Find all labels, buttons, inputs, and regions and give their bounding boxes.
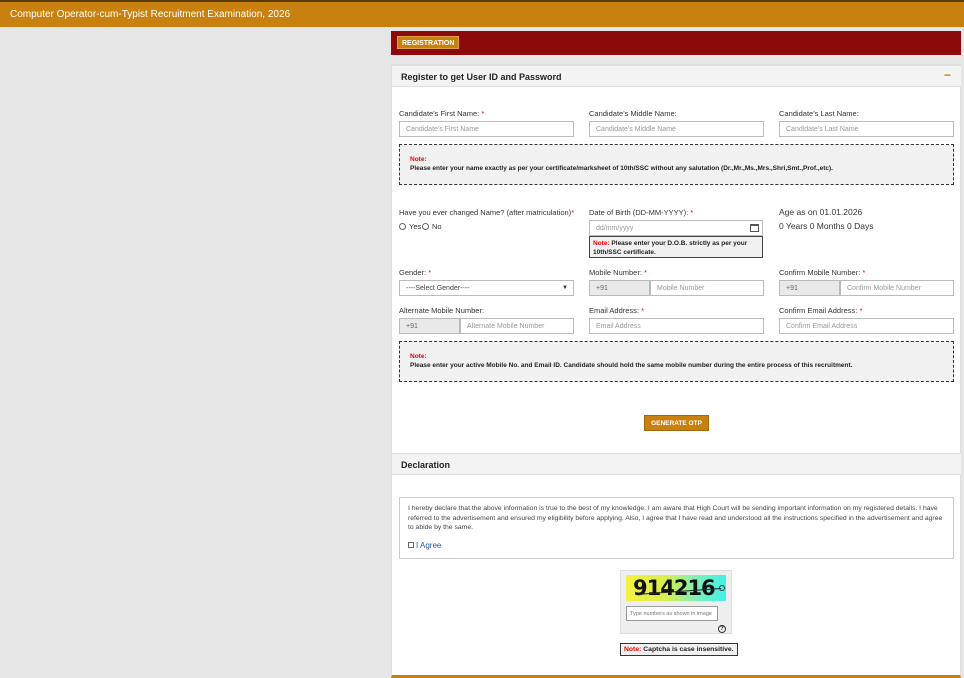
email-label: Email Address: *	[589, 306, 645, 315]
gender-selected: ----Select Gender----	[406, 285, 470, 292]
declaration-box: I hereby declare that the above informat…	[399, 497, 954, 559]
captcha-note-text: Captcha is case insensitive.	[643, 646, 734, 653]
last-name-input[interactable]: Candidate's Last Name	[779, 121, 954, 137]
contact-note-text: Please enter your active Mobile No. and …	[410, 362, 853, 369]
confirm-email-label: Confirm Email Address: *	[779, 306, 863, 315]
confirm-mobile-input[interactable]: Confirm Mobile Number	[840, 280, 954, 296]
agree-checkbox[interactable]	[408, 542, 414, 548]
captcha-note: Note: Captcha is case insensitive.	[620, 643, 738, 656]
captcha-input[interactable]: Type numbers as shown in image	[626, 606, 718, 621]
mobile-input[interactable]: Mobile Number	[650, 280, 764, 296]
middle-name-label: Candidate's Middle Name:	[589, 109, 677, 118]
declaration-text: I hereby declare that the above informat…	[408, 505, 943, 531]
age-value: 0 Years 0 Months 0 Days	[779, 221, 874, 231]
gender-select[interactable]: ----Select Gender---- ▼	[399, 280, 574, 296]
note-label: Note:	[410, 156, 427, 163]
yes-label: Yes	[409, 222, 422, 231]
dob-label: Date of Birth (DD-MM-YYYY): *	[589, 208, 694, 217]
chevron-down-icon: ▼	[562, 285, 568, 291]
help-icon[interactable]: ?	[718, 625, 726, 633]
dob-input[interactable]: dd/mm/yyyy	[589, 220, 763, 236]
alt-mobile-input[interactable]: Alternate Mobile Number	[460, 318, 574, 334]
middle-name-input[interactable]: Candidate's Middle Name	[589, 121, 764, 137]
name-note-text: Please enter your name exactly as per yo…	[410, 165, 833, 172]
contact-note-label: Note:	[410, 353, 427, 360]
generate-otp-button[interactable]: GENERATE OTP	[644, 415, 709, 431]
confirm-mobile-prefix: +91	[779, 280, 840, 296]
last-name-label: Candidate's Last Name:	[779, 109, 859, 118]
agree-checkbox-row[interactable]: I Agree	[408, 541, 441, 551]
contact-note-box: Note: Please enter your active Mobile No…	[399, 341, 954, 382]
email-input[interactable]: Email Address	[589, 318, 764, 334]
age-label: Age as on 01.01.2026	[779, 207, 863, 217]
mobile-label: Mobile Number: *	[589, 268, 647, 277]
registration-tab[interactable]: REGISTRATION	[397, 36, 460, 49]
confirm-email-input[interactable]: Confirm Email Address	[779, 318, 954, 334]
calendar-icon[interactable]	[750, 224, 759, 232]
captcha-image: 914216	[626, 575, 726, 601]
register-section-header[interactable]: Register to get User ID and Password −	[392, 65, 961, 87]
declaration-title: Declaration	[401, 460, 451, 470]
agree-label: I Agree	[416, 541, 442, 550]
first-name-label: Candidate's First Name: *	[399, 109, 485, 118]
no-radio[interactable]	[422, 223, 429, 230]
registration-strip: REGISTRATION	[391, 31, 961, 55]
changed-name-label: Have you ever changed Name? (after matri…	[399, 208, 575, 217]
registration-card: Register to get User ID and Password − C…	[391, 64, 961, 678]
dob-note-label: Note:	[593, 240, 610, 247]
captcha-note-label: Note:	[624, 646, 642, 653]
dob-note-text: Please enter your D.O.B. strictly as per…	[593, 240, 748, 256]
alt-mobile-label: Alternate Mobile Number:	[399, 306, 485, 315]
dob-note-box: Note: Please enter your D.O.B. strictly …	[589, 236, 763, 258]
declaration-section-header: Declaration	[392, 453, 961, 475]
no-label: No	[432, 222, 442, 231]
register-section-title: Register to get User ID and Password	[401, 72, 562, 82]
alt-mobile-prefix: +91	[399, 318, 460, 334]
gender-label: Gender: *	[399, 268, 432, 277]
collapse-icon[interactable]: −	[944, 68, 951, 82]
captcha-panel: 914216 Type numbers as shown in image ?	[620, 570, 732, 634]
refresh-icon[interactable]	[719, 585, 725, 591]
captcha-code: 914216	[633, 576, 716, 600]
yes-radio[interactable]	[399, 223, 406, 230]
exam-title: Computer Operator-cum-Typist Recruitment…	[10, 9, 291, 20]
name-note-box: Note: Please enter your name exactly as …	[399, 144, 954, 185]
confirm-mobile-label: Confirm Mobile Number: *	[779, 268, 866, 277]
dob-placeholder: dd/mm/yyyy	[596, 225, 634, 232]
mobile-prefix: +91	[589, 280, 650, 296]
first-name-input[interactable]: Candidate's First Name	[399, 121, 574, 137]
top-header-bar: Computer Operator-cum-Typist Recruitment…	[0, 0, 964, 27]
